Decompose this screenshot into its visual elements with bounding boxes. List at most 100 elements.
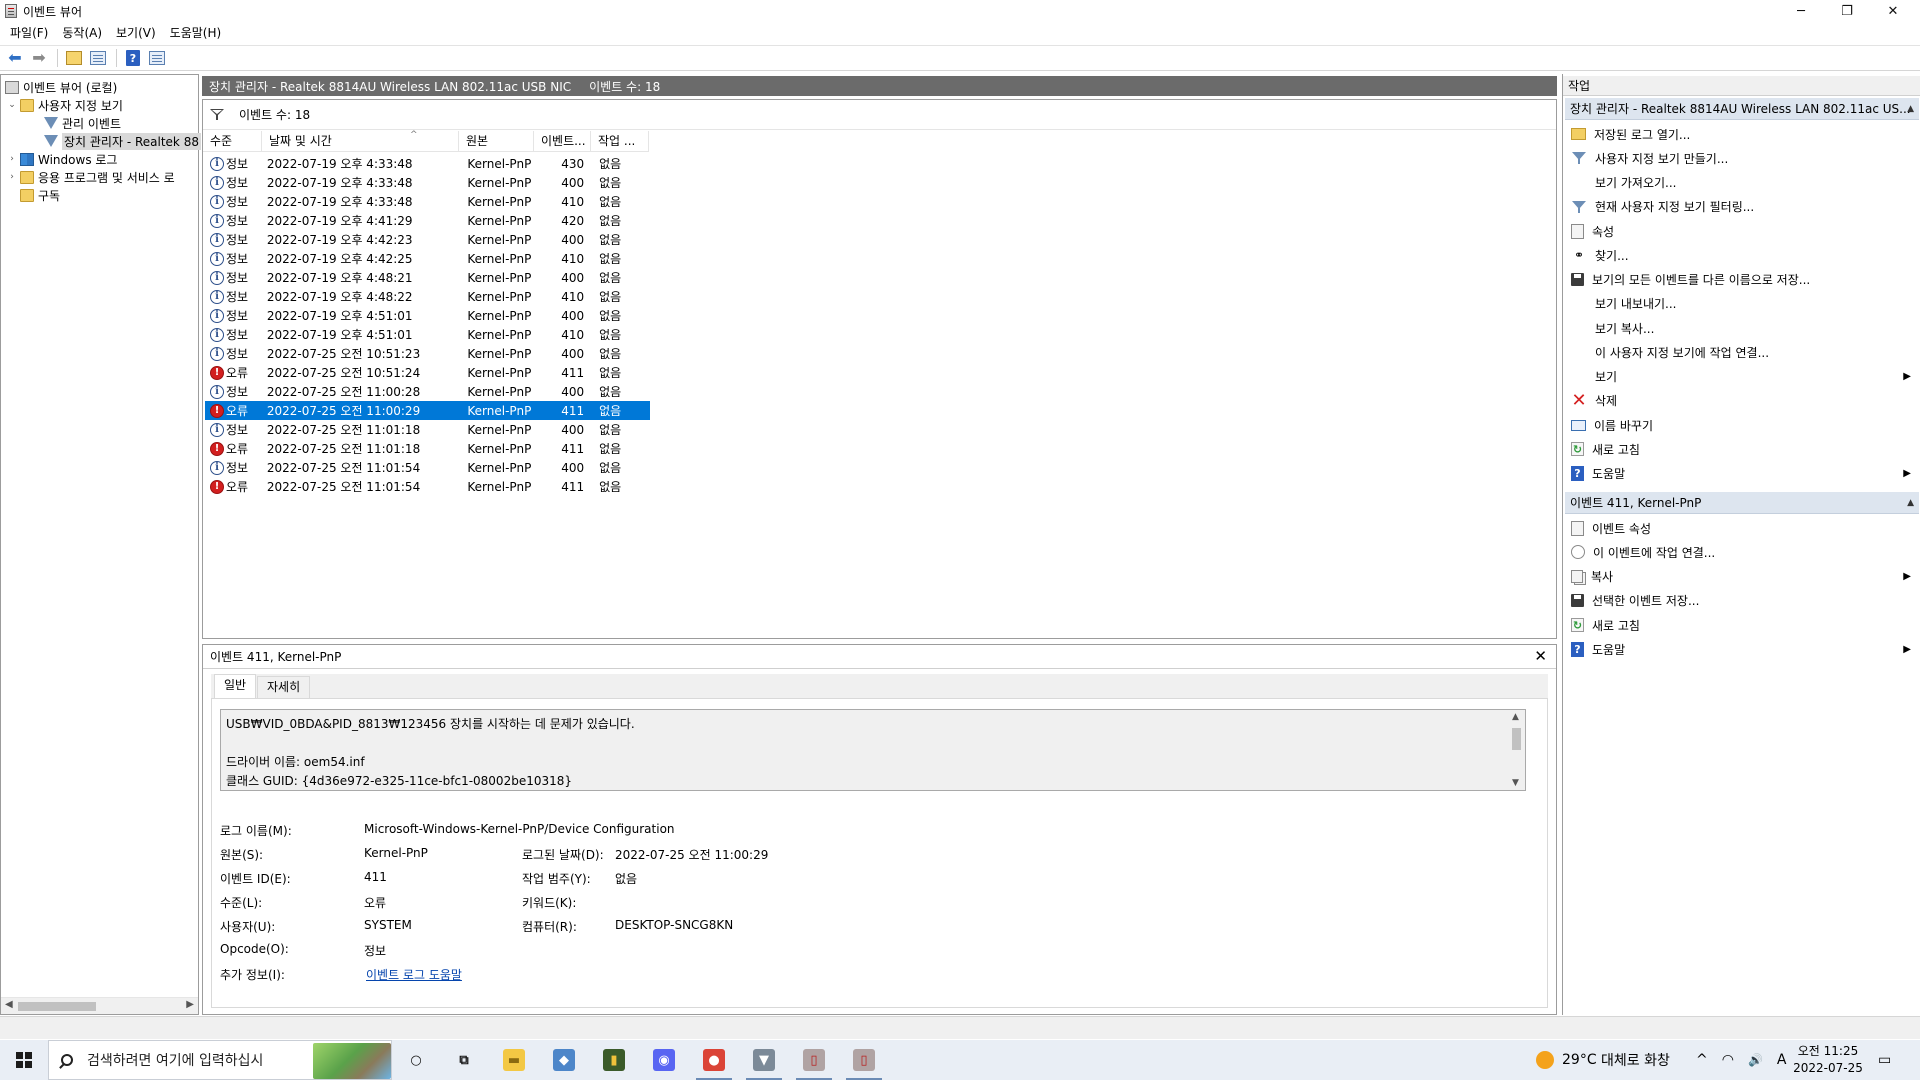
event-row[interactable]: i 정보 2022-07-19 오후 4:48:22 Kernel-PnP 410 없음 — [205, 287, 650, 306]
collapse-icon[interactable]: ⌄ — [7, 100, 17, 110]
close-button[interactable]: ✕ — [1870, 0, 1916, 22]
volume-icon[interactable]: 🔊 — [1748, 1053, 1763, 1067]
action-item[interactable]: 보기 내보내기... — [1565, 292, 1919, 316]
event-row[interactable]: i 정보 2022-07-25 오전 11:01:18 Kernel-PnP 400 없음 — [205, 420, 650, 439]
action-item[interactable]: 선택한 이벤트 저장... — [1565, 589, 1919, 613]
action-item[interactable]: ✕ 삭제 — [1565, 389, 1919, 413]
tree-horizontal-scrollbar[interactable]: ◀ ▶ — [1, 997, 198, 1014]
tree-item-admin-events[interactable]: 관리 이벤트 — [44, 114, 121, 132]
event-row[interactable]: i 정보 2022-07-19 오후 4:33:48 Kernel-PnP 400 없음 — [205, 173, 650, 192]
task-view-taskbar-button[interactable]: ⧉ — [440, 1040, 488, 1080]
menu-view[interactable]: 보기(V) — [109, 22, 163, 44]
discord-taskbar-button[interactable]: ◉ — [640, 1040, 688, 1080]
message-vertical-scrollbar[interactable]: ▲ ▼ — [1508, 710, 1525, 790]
event-row[interactable]: i 정보 2022-07-25 오전 10:51:23 Kernel-PnP 400 없음 — [205, 344, 650, 363]
event-message-box[interactable]: USB₩VID_0BDA&PID_8813₩123456 장치를 시작하는 데 … — [220, 709, 1526, 791]
scroll-down-icon[interactable]: ▼ — [1512, 778, 1519, 788]
collapse-icon[interactable]: ▲ — [1907, 104, 1914, 114]
event-row[interactable]: i 정보 2022-07-25 오전 11:01:54 Kernel-PnP 400 없음 — [205, 458, 650, 477]
chrome-taskbar-button[interactable]: ● — [690, 1040, 738, 1080]
action-item[interactable]: 이 사용자 지정 보기에 작업 연결... — [1565, 340, 1919, 364]
tab-details[interactable]: 자세히 — [257, 676, 311, 698]
actions-section-view[interactable]: 장치 관리자 - Realtek 8814AU Wireless LAN 802… — [1565, 98, 1919, 120]
event-row[interactable]: i 정보 2022-07-19 오후 4:33:48 Kernel-PnP 430 없음 — [205, 154, 650, 173]
show-hide-tree-button[interactable] — [87, 47, 109, 69]
action-item[interactable]: 보기 ▶ — [1565, 365, 1919, 389]
expand-icon[interactable]: › — [7, 172, 17, 182]
back-button[interactable]: ⬅ — [4, 47, 26, 69]
forward-button[interactable]: ➡ — [28, 47, 50, 69]
action-item[interactable]: ↻ 새로 고침 — [1565, 613, 1919, 637]
pc-manager-taskbar-button[interactable]: ◆ — [540, 1040, 588, 1080]
action-item[interactable]: 사용자 지정 보기 만들기... — [1565, 146, 1919, 170]
column-source[interactable]: 원본 — [459, 130, 534, 152]
scrollbar-thumb[interactable] — [1512, 728, 1521, 750]
scroll-left-icon[interactable]: ◀ — [5, 999, 13, 1010]
usb-device-2-taskbar-button[interactable]: ▯ — [840, 1040, 888, 1080]
collapse-icon[interactable]: ▲ — [1907, 498, 1914, 508]
action-item[interactable]: 이름 바꾸기 — [1565, 413, 1919, 437]
action-item[interactable]: ↻ 새로 고침 — [1565, 437, 1919, 461]
book-app-taskbar-button[interactable]: ▮ — [590, 1040, 638, 1080]
event-row[interactable]: i 정보 2022-07-19 오후 4:41:29 Kernel-PnP 420 없음 — [205, 211, 650, 230]
action-item[interactable]: ? 도움말 ▶ — [1565, 637, 1919, 661]
column-event-id[interactable]: 이벤트... — [534, 130, 591, 152]
tree-item-windows-logs[interactable]: › Windows 로그 — [7, 150, 117, 168]
action-item[interactable]: 복사 ▶ — [1565, 565, 1919, 589]
menu-help[interactable]: 도움말(H) — [163, 22, 229, 44]
action-pane-button[interactable] — [146, 47, 168, 69]
action-item[interactable]: 이 이벤트에 작업 연결... — [1565, 540, 1919, 564]
tree-item-subscriptions[interactable]: 구독 — [20, 186, 60, 204]
notification-center-icon[interactable]: ▭ — [1878, 1040, 1891, 1080]
event-row[interactable]: i 정보 2022-07-19 오후 4:51:01 Kernel-PnP 400 없음 — [205, 306, 650, 325]
action-item[interactable]: 저장된 로그 열기... — [1565, 122, 1919, 146]
cortana-taskbar-button[interactable]: ○ — [392, 1040, 440, 1080]
column-datetime[interactable]: 날짜 및 시간 ^ — [262, 130, 459, 152]
action-item[interactable]: 속성 — [1565, 219, 1919, 243]
scroll-up-icon[interactable]: ▲ — [1512, 712, 1519, 722]
expand-icon[interactable]: › — [7, 154, 17, 164]
event-row[interactable]: i 정보 2022-07-19 오후 4:51:01 Kernel-PnP 410 없음 — [205, 325, 650, 344]
action-item[interactable]: 현재 사용자 지정 보기 필터링... — [1565, 195, 1919, 219]
event-row[interactable]: i 정보 2022-07-19 오후 4:42:23 Kernel-PnP 400 없음 — [205, 230, 650, 249]
up-folder-button[interactable] — [63, 47, 85, 69]
event-row[interactable]: ! 오류 2022-07-25 오전 10:51:24 Kernel-PnP 411 없음 — [205, 363, 650, 382]
event-row[interactable]: i 정보 2022-07-19 오후 4:33:48 Kernel-PnP 410 없음 — [205, 192, 650, 211]
event-row[interactable]: i 정보 2022-07-19 오후 4:42:25 Kernel-PnP 410 없음 — [205, 249, 650, 268]
tab-general[interactable]: 일반 — [214, 674, 257, 699]
maximize-button[interactable]: ❐ — [1824, 0, 1870, 22]
weather-widget[interactable]: 29°C 대체로 화창 — [1536, 1040, 1670, 1080]
minimize-button[interactable]: ─ — [1778, 0, 1824, 22]
menu-file[interactable]: 파일(F) — [3, 22, 55, 44]
show-hidden-icons-icon[interactable]: ^ — [1696, 1052, 1708, 1068]
column-level[interactable]: 수준 — [203, 130, 262, 152]
taskbar-search-box[interactable]: 검색하려면 여기에 입력하십시 — [48, 1040, 392, 1080]
tree-item-local[interactable]: 이벤트 뷰어 (로컬) — [5, 78, 117, 96]
event-log-help-link[interactable]: 이벤트 로그 도움말 — [366, 966, 462, 983]
actions-section-event[interactable]: 이벤트 411, Kernel-PnP ▲ — [1565, 492, 1919, 514]
action-item[interactable]: 보기 가져오기... — [1565, 171, 1919, 195]
tree-item-custom-views[interactable]: ⌄ 사용자 지정 보기 — [7, 96, 123, 114]
clock[interactable]: 오전 11:25 2022-07-25 — [1790, 1043, 1866, 1077]
column-task-category[interactable]: 작업 ... — [591, 130, 649, 152]
usb-device-taskbar-button[interactable]: ▯ — [790, 1040, 838, 1080]
network-icon[interactable]: ◠ — [1722, 1052, 1734, 1068]
event-row[interactable]: ! 오류 2022-07-25 오전 11:01:18 Kernel-PnP 411 없음 — [205, 439, 650, 458]
start-button[interactable] — [0, 1040, 48, 1080]
installer-taskbar-button[interactable]: ▼ — [740, 1040, 788, 1080]
help-button[interactable]: ? — [122, 47, 144, 69]
scroll-right-icon[interactable]: ▶ — [186, 999, 194, 1010]
event-row[interactable]: i 정보 2022-07-25 오전 11:00:28 Kernel-PnP 400 없음 — [205, 382, 650, 401]
close-detail-icon[interactable]: ✕ — [1534, 647, 1547, 665]
file-explorer-taskbar-button[interactable]: ▬ — [490, 1040, 538, 1080]
tree-item-device-manager-view[interactable]: 장치 관리자 - Realtek 88 — [44, 132, 201, 150]
menu-action[interactable]: 동작(A) — [55, 22, 109, 44]
tree-item-app-service-logs[interactable]: › 응용 프로그램 및 서비스 로 — [7, 168, 175, 186]
action-item[interactable]: 보기의 모든 이벤트를 다른 이름으로 저장... — [1565, 268, 1919, 292]
action-item[interactable]: ? 도움말 ▶ — [1565, 462, 1919, 486]
ime-icon[interactable]: A — [1777, 1052, 1787, 1068]
action-item[interactable]: 보기 복사... — [1565, 316, 1919, 340]
event-row[interactable]: i 정보 2022-07-19 오후 4:48:21 Kernel-PnP 400 없음 — [205, 268, 650, 287]
event-row[interactable]: ! 오류 2022-07-25 오전 11:01:54 Kernel-PnP 411 없음 — [205, 477, 650, 496]
event-row[interactable]: ! 오류 2022-07-25 오전 11:00:29 Kernel-PnP 411 없음 — [205, 401, 650, 420]
